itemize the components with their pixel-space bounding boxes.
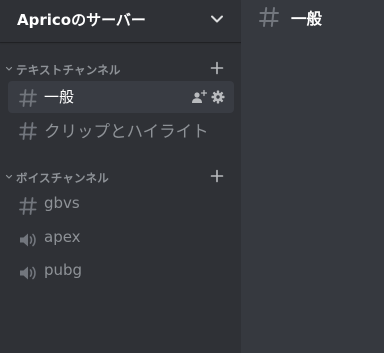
text-channel-hash-icon bbox=[258, 6, 280, 28]
channel-sidebar: Apricoのサーバー テキストチャンネル 一般 クリップとハイライト ボイスチ… bbox=[0, 0, 241, 353]
category-label: テキストチャンネル bbox=[16, 63, 121, 77]
speaker-icon bbox=[18, 230, 38, 250]
channel-settings-gear-icon[interactable] bbox=[211, 90, 225, 104]
channel-item-pubg[interactable]: pubg bbox=[8, 256, 234, 288]
channel-item-apex[interactable]: apex bbox=[8, 223, 234, 255]
server-header[interactable]: Apricoのサーバー bbox=[0, 0, 241, 42]
text-channel-hash-icon bbox=[18, 121, 38, 141]
channel-label: apex bbox=[44, 228, 81, 246]
category-voice-channels[interactable]: ボイスチャンネル bbox=[0, 169, 241, 187]
text-channel-hash-icon bbox=[18, 196, 38, 216]
chevron-down-icon[interactable] bbox=[209, 11, 225, 27]
channel-item-gbvs[interactable]: gbvs bbox=[8, 189, 234, 221]
category-collapse-arrow-icon bbox=[5, 173, 13, 181]
category-text-channels[interactable]: テキストチャンネル bbox=[0, 61, 241, 79]
invite-user-icon[interactable] bbox=[191, 89, 207, 105]
text-channel-hash-icon bbox=[18, 88, 38, 108]
category-collapse-arrow-icon bbox=[5, 65, 13, 73]
discord-window: Apricoのサーバー テキストチャンネル 一般 クリップとハイライト ボイスチ… bbox=[0, 0, 384, 353]
channel-title: 一般 bbox=[291, 10, 323, 28]
channel-label: gbvs bbox=[44, 194, 80, 212]
channel-label: クリップとハイライト bbox=[44, 122, 209, 141]
channel-label: pubg bbox=[44, 261, 83, 279]
add-channel-icon[interactable] bbox=[210, 61, 224, 75]
channel-label: 一般 bbox=[44, 88, 75, 106]
server-name: Apricoのサーバー bbox=[17, 11, 146, 29]
channel-item-general[interactable]: 一般 bbox=[8, 81, 234, 113]
add-channel-icon[interactable] bbox=[210, 169, 224, 183]
message-area bbox=[241, 42, 384, 353]
category-label: ボイスチャンネル bbox=[16, 171, 109, 185]
speaker-icon bbox=[18, 263, 38, 283]
channel-item-clips-highlights[interactable]: クリップとハイライト bbox=[8, 114, 234, 146]
channel-header: 一般 bbox=[241, 0, 384, 42]
